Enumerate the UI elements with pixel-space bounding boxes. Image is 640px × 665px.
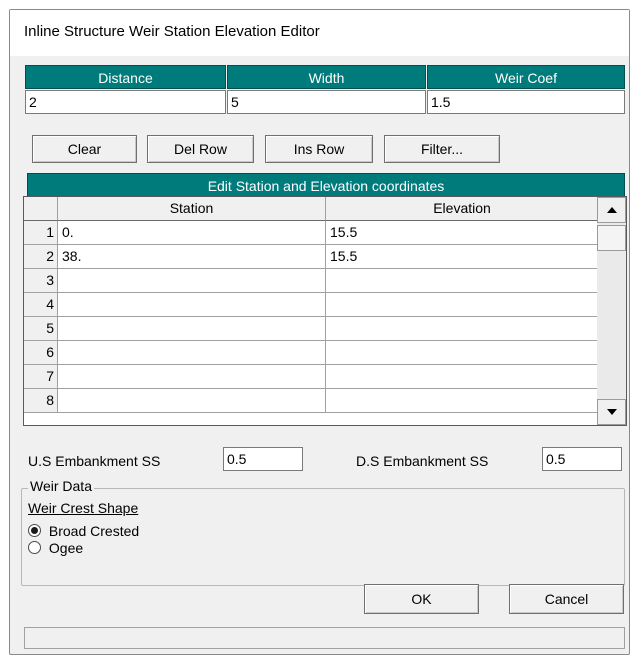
elevation-cell[interactable] (326, 293, 598, 317)
weir-crest-shape-label: Weir Crest Shape (28, 500, 139, 516)
station-cell[interactable]: 38. (58, 245, 326, 269)
elevation-cell[interactable] (326, 389, 598, 413)
scroll-thumb[interactable] (597, 225, 626, 251)
row-number: 8 (24, 389, 58, 413)
row-number: 1 (24, 221, 58, 245)
arrow-up-icon (606, 207, 617, 213)
width-header: Width (227, 65, 426, 89)
station-cell[interactable] (58, 269, 326, 293)
station-cell[interactable] (58, 389, 326, 413)
ogee-radio[interactable] (28, 541, 41, 554)
width-input[interactable]: 5 (227, 90, 426, 114)
elevation-column-header: Elevation (326, 197, 598, 221)
weir-data-group-label: Weir Data (28, 478, 94, 494)
station-cell[interactable] (58, 317, 326, 341)
station-cell[interactable] (58, 341, 326, 365)
ds-embankment-input[interactable]: 0.5 (542, 447, 622, 471)
ok-button[interactable]: OK (364, 584, 479, 614)
elevation-cell[interactable]: 15.5 (326, 245, 598, 269)
station-column-header: Station (58, 197, 326, 221)
cancel-button[interactable]: Cancel (509, 584, 624, 614)
station-cell[interactable] (58, 365, 326, 389)
scroll-down-button[interactable] (597, 399, 626, 425)
ds-embankment-label: D.S Embankment SS (356, 453, 489, 469)
del-row-button[interactable]: Del Row (147, 135, 254, 163)
broad-crested-radio[interactable] (28, 524, 41, 537)
elevation-cell[interactable] (326, 269, 598, 293)
ogee-label: Ogee (48, 540, 84, 556)
elevation-cell[interactable] (326, 317, 598, 341)
coordinates-table: Station Elevation 1 0. 15.5 2 38. 15.5 3 4 5 6 7 8 (23, 196, 598, 426)
elevation-cell[interactable] (326, 365, 598, 389)
us-embankment-input[interactable]: 0.5 (223, 447, 303, 471)
weir-coef-header: Weir Coef (427, 65, 625, 89)
row-number: 2 (24, 245, 58, 269)
table-scrollbar[interactable] (597, 196, 627, 426)
station-cell[interactable] (58, 293, 326, 317)
ins-row-button[interactable]: Ins Row (265, 135, 373, 163)
scroll-up-button[interactable] (597, 197, 626, 223)
title-bar: Inline Structure Weir Station Elevation … (10, 10, 629, 56)
row-number: 4 (24, 293, 58, 317)
broad-crested-label: Broad Crested (48, 523, 140, 539)
arrow-down-icon (606, 409, 617, 415)
row-number: 5 (24, 317, 58, 341)
corner-cell (24, 197, 58, 221)
status-bar (24, 627, 625, 649)
weir-coef-input[interactable]: 1.5 (427, 90, 625, 114)
broad-crested-option[interactable]: Broad Crested (28, 523, 140, 540)
distance-header: Distance (25, 65, 226, 89)
elevation-cell[interactable]: 15.5 (326, 221, 598, 245)
row-number: 7 (24, 365, 58, 389)
row-number: 6 (24, 341, 58, 365)
table-caption: Edit Station and Elevation coordinates (27, 173, 625, 197)
ogee-option[interactable]: Ogee (28, 540, 84, 557)
station-cell[interactable]: 0. (58, 221, 326, 245)
us-embankment-label: U.S Embankment SS (28, 453, 161, 469)
row-number: 3 (24, 269, 58, 293)
clear-button[interactable]: Clear (32, 135, 137, 163)
distance-input[interactable]: 2 (25, 90, 226, 114)
window-title: Inline Structure Weir Station Elevation … (24, 23, 320, 40)
filter-button[interactable]: Filter... (384, 135, 500, 163)
elevation-cell[interactable] (326, 341, 598, 365)
